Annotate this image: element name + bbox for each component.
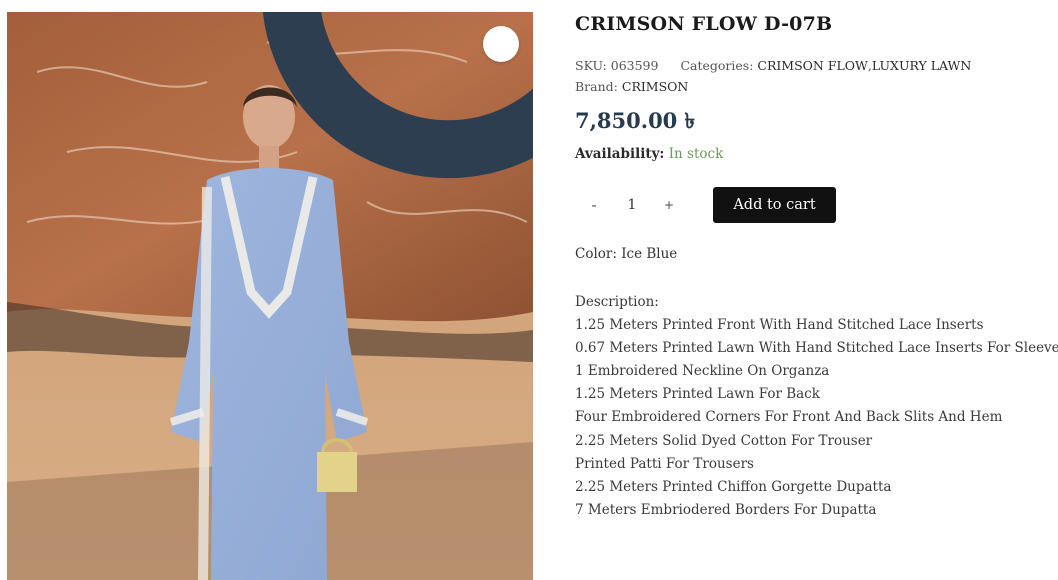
product-meta: SKU: 063599 Categories: CRIMSON FLOW, LU… (575, 55, 1050, 97)
add-to-cart-button[interactable]: Add to cart (713, 187, 836, 223)
description-heading: Description: (575, 294, 659, 310)
description-line: Printed Patti For Trousers (575, 455, 754, 472)
description-line: 2.25 Meters Solid Dyed Cotton For Trouse… (575, 432, 873, 449)
product-image-gallery[interactable] (7, 12, 533, 580)
category-link-crimson-flow[interactable]: CRIMSON FLOW (757, 58, 868, 73)
availability-label: Availability: (575, 146, 665, 162)
product-color: Color: Ice Blue (575, 246, 678, 262)
description-line: Four Embroidered Corners For Front And B… (575, 409, 1003, 426)
sku-label: SKU: (575, 58, 607, 73)
brand-link[interactable]: CRIMSON (622, 79, 688, 94)
zoom-button[interactable] (262, 12, 533, 179)
magnifier-icon (238, 12, 533, 328)
stock-status: In stock (668, 146, 724, 162)
description-line: 1.25 Meters Printed Front With Hand Stit… (575, 317, 984, 334)
quantity-input[interactable] (612, 197, 651, 213)
availability: Availability: In stock (575, 143, 1050, 165)
description-line: 1.25 Meters Printed Lawn For Back (575, 386, 820, 403)
description-line: 0.67 Meters Printed Lawn With Hand Stitc… (575, 340, 1058, 357)
categories-label: Categories: (680, 58, 754, 73)
quantity-stepper: - + (575, 187, 687, 223)
product-summary: CRIMSON FLOW D-07B SKU: 063599 Categorie… (575, 12, 1058, 522)
product-description: Description: 1.25 Meters Printed Front W… (575, 291, 1058, 522)
product-title: CRIMSON FLOW D-07B (575, 13, 833, 35)
description-line: 1 Embroidered Neckline On Organza (575, 363, 830, 380)
description-line: 2.25 Meters Printed Chiffon Gorgette Dup… (575, 478, 892, 495)
quantity-decrease-button[interactable]: - (575, 196, 613, 214)
category-link-luxury-lawn[interactable]: LUXURY LAWN (872, 58, 971, 73)
sku-value: 063599 (610, 58, 659, 73)
description-line: 7 Meters Embriodered Borders For Dupatta (575, 501, 877, 518)
quantity-increase-button[interactable]: + (651, 198, 687, 212)
product-price: 7,850.00 ৳ (575, 108, 696, 133)
brand-label: Brand: (575, 79, 618, 94)
add-to-cart-form: - + Add to cart (575, 187, 1050, 223)
